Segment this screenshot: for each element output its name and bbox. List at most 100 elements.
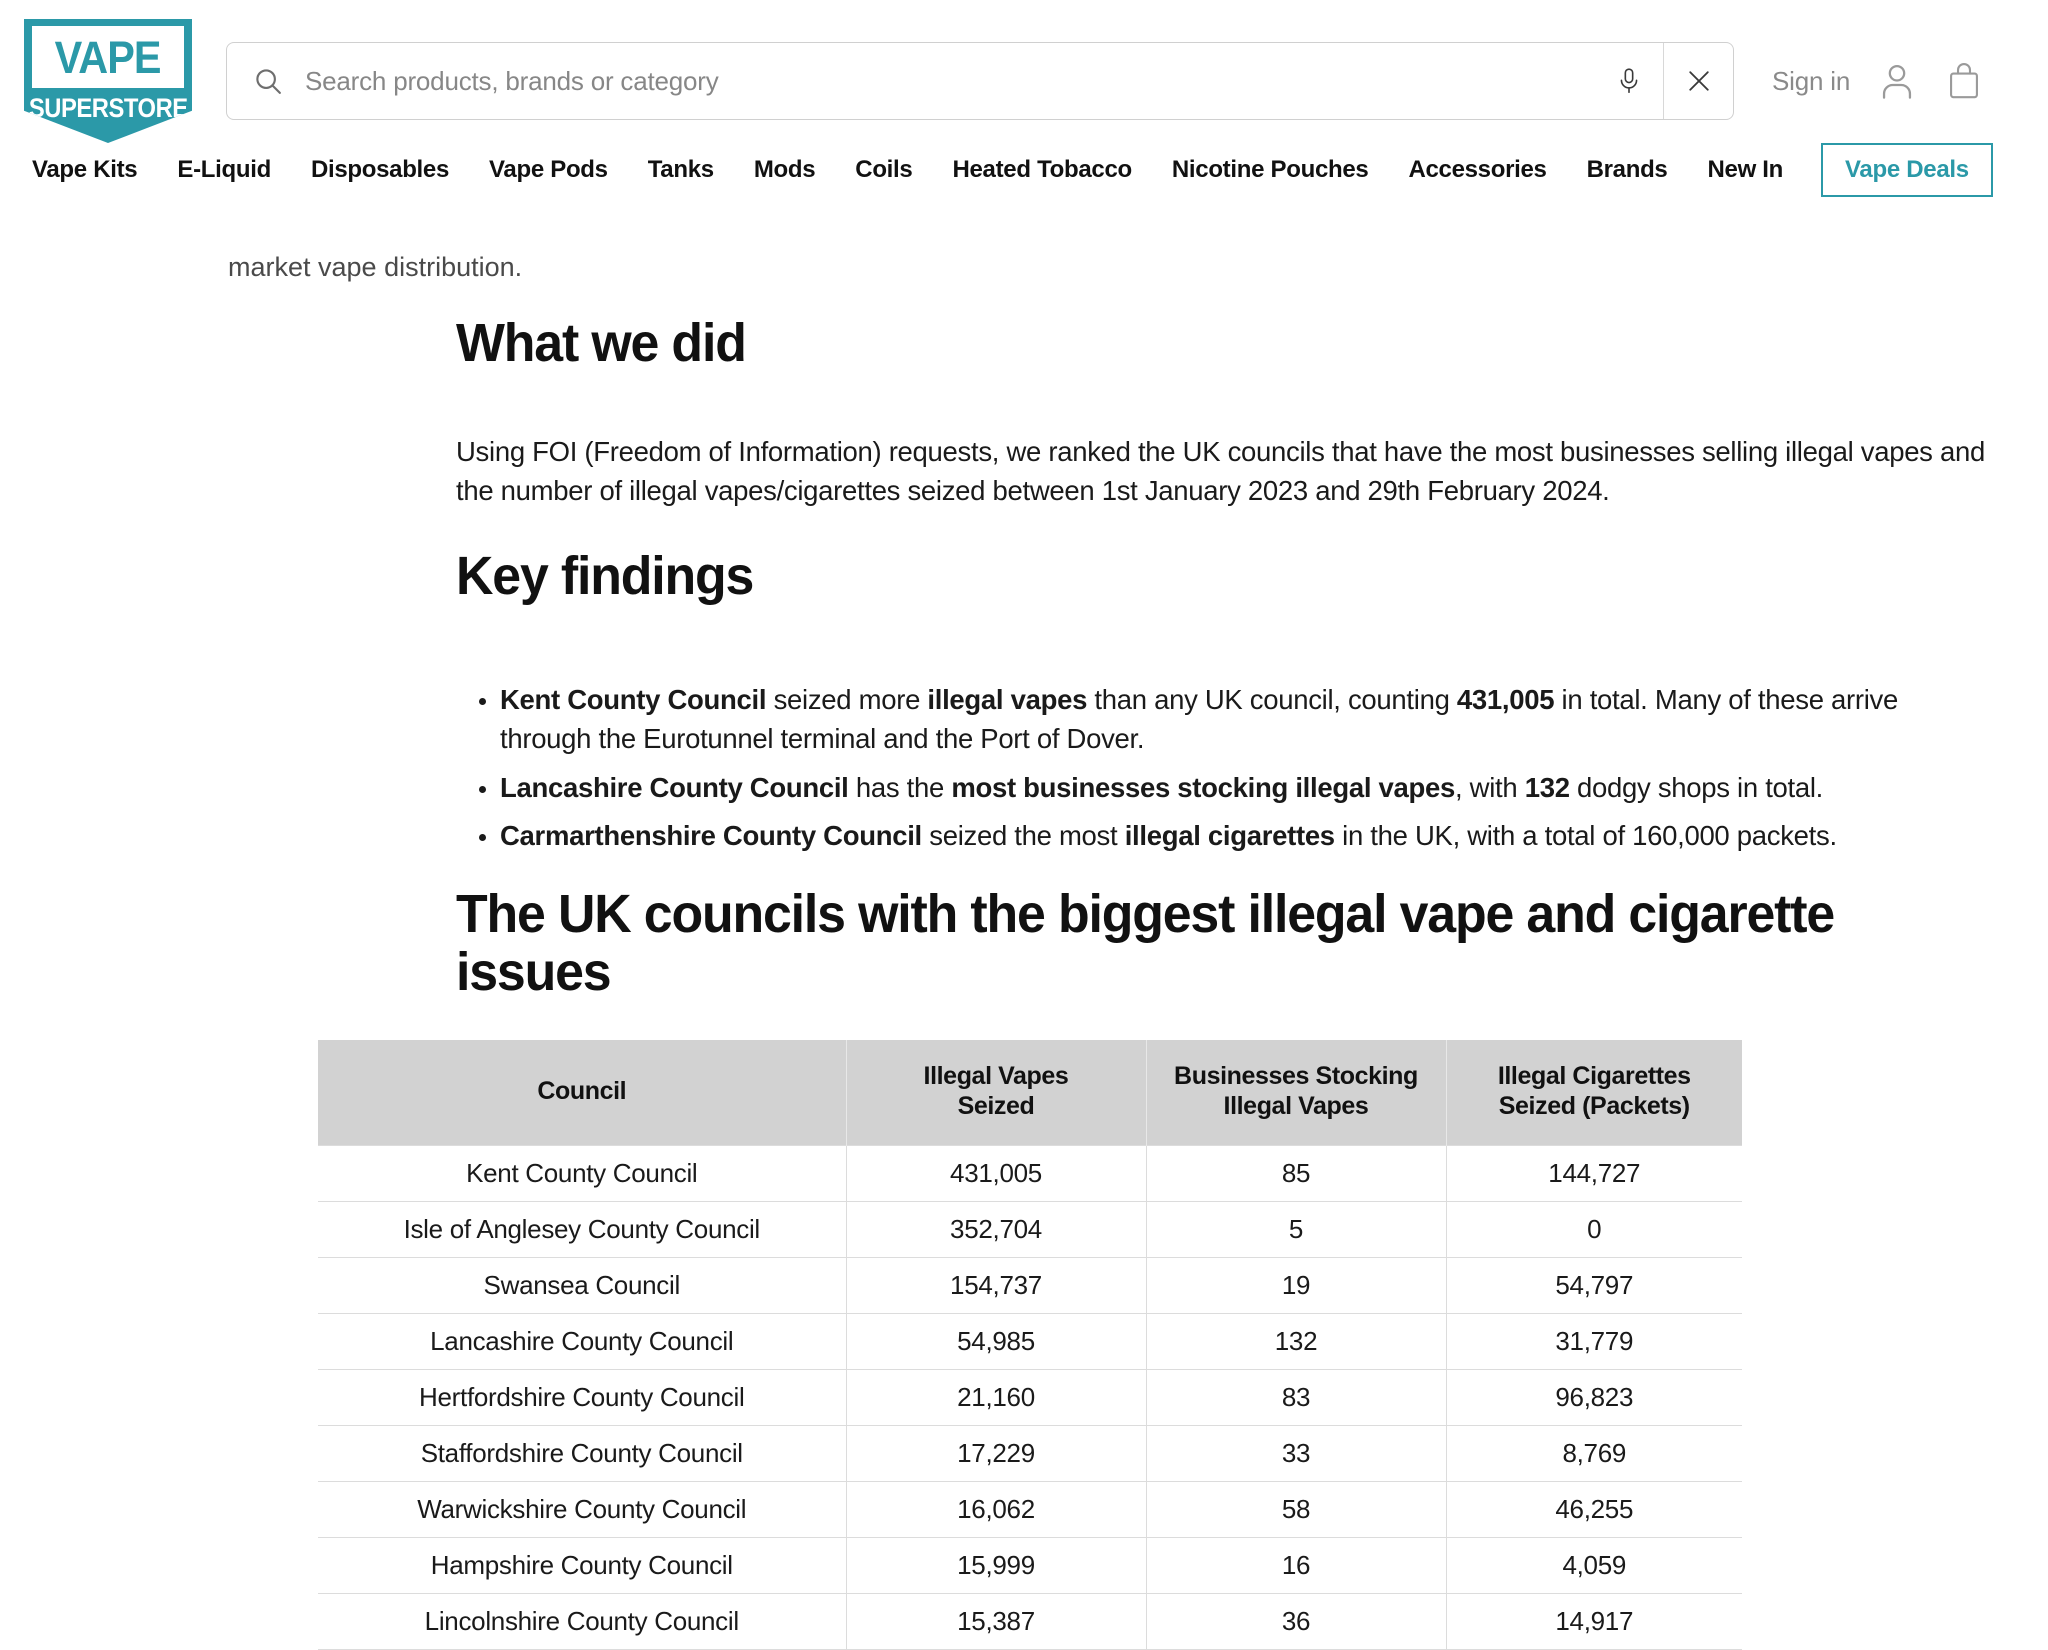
- cell-illegal-vapes: 154,737: [846, 1257, 1147, 1314]
- cell-businesses: 16: [1146, 1537, 1447, 1594]
- nav-item-vape-deals[interactable]: Vape Deals: [1821, 143, 1993, 197]
- paragraph-what-we-did: Using FOI (Freedom of Information) reque…: [456, 432, 1996, 510]
- nav-item-vape-pods[interactable]: Vape Pods: [469, 156, 628, 184]
- cell-council: Staffordshire County Council: [318, 1425, 847, 1482]
- cell-businesses: 33: [1146, 1425, 1447, 1482]
- nav-item-heated-tobacco[interactable]: Heated Tobacco: [932, 156, 1151, 184]
- search-bar[interactable]: Search products, brands or category: [226, 42, 1734, 120]
- councils-table: Council Illegal Vapes Seized Businesses S…: [318, 1040, 1742, 1650]
- column-header-illegal-cigarettes: Illegal Cigarettes Seized (Packets): [1446, 1040, 1742, 1146]
- table-row: Staffordshire County Council 17,229 33 8…: [318, 1425, 1742, 1482]
- cell-illegal-cigarettes: 96,823: [1446, 1369, 1742, 1426]
- nav-item-brands[interactable]: Brands: [1567, 156, 1688, 184]
- logo-word-superstore: SUPERSTORE: [28, 93, 188, 123]
- table-row: Hampshire County Council 15,999 16 4,059: [318, 1537, 1742, 1594]
- cell-businesses: 83: [1146, 1369, 1447, 1426]
- nav-item-vape-kits[interactable]: Vape Kits: [24, 156, 157, 184]
- header-label: Illegal Vapes: [923, 1062, 1069, 1090]
- logo-word-vape: VAPE: [54, 31, 162, 83]
- cell-council: Hertfordshire County Council: [318, 1369, 847, 1426]
- heading-what-we-did: What we did: [456, 313, 747, 373]
- finding-emphasis: illegal vapes: [927, 684, 1088, 715]
- list-item: Lancashire County Council has the most b…: [500, 768, 1996, 807]
- table-header-row: Council Illegal Vapes Seized Businesses S…: [318, 1040, 1742, 1146]
- list-item: Carmarthenshire County Council seized th…: [500, 816, 1996, 855]
- cell-illegal-vapes: 21,160: [846, 1369, 1147, 1426]
- header-label: Council: [537, 1076, 627, 1105]
- cell-illegal-vapes: 17,229: [846, 1425, 1147, 1482]
- column-header-businesses-stocking: Businesses Stocking Illegal Vapes: [1146, 1040, 1447, 1146]
- finding-text: than any UK council, counting: [1087, 684, 1457, 715]
- nav-item-coils[interactable]: Coils: [835, 156, 932, 184]
- header-actions: Sign in: [1772, 60, 1984, 102]
- finding-council-name: Kent County Council: [500, 684, 767, 715]
- cell-council: Isle of Anglesey County Council: [318, 1201, 847, 1258]
- cell-businesses: 58: [1146, 1481, 1447, 1538]
- nav-item-e-liquid[interactable]: E-Liquid: [157, 156, 291, 184]
- table-row: Lincolnshire County Council 15,387 36 14…: [318, 1593, 1742, 1650]
- list-item: Kent County Council seized more illegal …: [500, 680, 1996, 759]
- finding-text: has the: [848, 771, 952, 803]
- table-row: Warwickshire County Council 16,062 58 46…: [318, 1481, 1742, 1538]
- heading-table-title: The UK councils with the biggest illegal…: [456, 884, 1835, 1003]
- site-logo[interactable]: VAPE SUPERSTORE: [24, 19, 192, 143]
- header-label: Seized (Packets): [1498, 1091, 1690, 1120]
- nav-item-mods[interactable]: Mods: [734, 156, 835, 184]
- cell-illegal-vapes: 16,062: [846, 1481, 1147, 1538]
- voice-search-button[interactable]: [1595, 43, 1663, 119]
- cell-illegal-cigarettes: 4,059: [1446, 1537, 1742, 1594]
- finding-number: 431,005: [1456, 684, 1555, 715]
- header-label: Illegal Cigarettes: [1497, 1062, 1691, 1090]
- cell-council: Hampshire County Council: [318, 1537, 847, 1594]
- finding-emphasis: illegal cigarettes: [1124, 819, 1335, 851]
- cell-council: Lincolnshire County Council: [318, 1593, 847, 1650]
- table-row: Hertfordshire County Council 21,160 83 9…: [318, 1369, 1742, 1426]
- site-header: VAPE SUPERSTORE Search products, brands …: [0, 0, 2048, 197]
- table-row: Lancashire County Council 54,985 132 31,…: [318, 1313, 1742, 1370]
- cell-council: Kent County Council: [318, 1145, 847, 1202]
- cell-businesses: 19: [1146, 1257, 1447, 1314]
- column-header-council: Council: [318, 1040, 847, 1146]
- finding-council-name: Carmarthenshire County Council: [500, 819, 922, 851]
- shopping-bag-icon[interactable]: [1944, 60, 1984, 102]
- cell-businesses: 132: [1146, 1313, 1447, 1370]
- finding-text: dodgy shops in total.: [1569, 771, 1824, 803]
- logo-top-box: VAPE: [32, 26, 184, 88]
- logo-shield-shape: VAPE SUPERSTORE: [24, 19, 192, 143]
- finding-text: in the UK, with a total of 160,000 packe…: [1334, 819, 1837, 851]
- cell-businesses: 36: [1146, 1593, 1447, 1650]
- table-row: Swansea Council 154,737 19 54,797: [318, 1257, 1742, 1314]
- cell-illegal-cigarettes: 54,797: [1446, 1257, 1742, 1314]
- cell-illegal-cigarettes: 31,779: [1446, 1313, 1742, 1370]
- key-findings-list: Kent County Council seized more illegal …: [456, 680, 1996, 855]
- search-input[interactable]: Search products, brands or category: [305, 66, 719, 97]
- microphone-icon: [1616, 67, 1642, 95]
- cell-council: Lancashire County Council: [318, 1313, 847, 1370]
- cell-illegal-vapes: 352,704: [846, 1201, 1147, 1258]
- search-input-area[interactable]: Search products, brands or category: [227, 43, 1595, 119]
- cell-illegal-vapes: 431,005: [846, 1145, 1147, 1202]
- sign-in-link[interactable]: Sign in: [1772, 66, 1850, 97]
- user-icon[interactable]: [1876, 60, 1918, 102]
- nav-item-new-in[interactable]: New In: [1687, 156, 1803, 184]
- clear-search-button[interactable]: [1663, 43, 1733, 119]
- nav-item-accessories[interactable]: Accessories: [1388, 156, 1566, 184]
- cell-illegal-cigarettes: 0: [1446, 1201, 1742, 1258]
- cell-illegal-cigarettes: 144,727: [1446, 1145, 1742, 1202]
- clipped-paragraph-line: market vape distribution.: [228, 252, 523, 282]
- header-label: Businesses Stocking: [1174, 1062, 1418, 1090]
- nav-item-nicotine-pouches[interactable]: Nicotine Pouches: [1152, 156, 1389, 184]
- column-header-illegal-vapes-seized: Illegal Vapes Seized: [846, 1040, 1147, 1146]
- cell-council: Warwickshire County Council: [318, 1481, 847, 1538]
- table-body: Kent County Council 431,005 85 144,727 I…: [318, 1145, 1742, 1650]
- cell-illegal-cigarettes: 46,255: [1446, 1481, 1742, 1538]
- cell-illegal-vapes: 15,999: [846, 1537, 1147, 1594]
- heading-key-findings: Key findings: [456, 546, 754, 606]
- cell-businesses: 5: [1146, 1201, 1447, 1258]
- header-label: Seized: [957, 1091, 1035, 1120]
- nav-item-tanks[interactable]: Tanks: [628, 156, 734, 184]
- finding-emphasis: most businesses stocking illegal vapes: [951, 771, 1455, 803]
- nav-item-disposables[interactable]: Disposables: [291, 156, 469, 184]
- cell-illegal-cigarettes: 8,769: [1446, 1425, 1742, 1482]
- finding-number: 132: [1524, 771, 1570, 803]
